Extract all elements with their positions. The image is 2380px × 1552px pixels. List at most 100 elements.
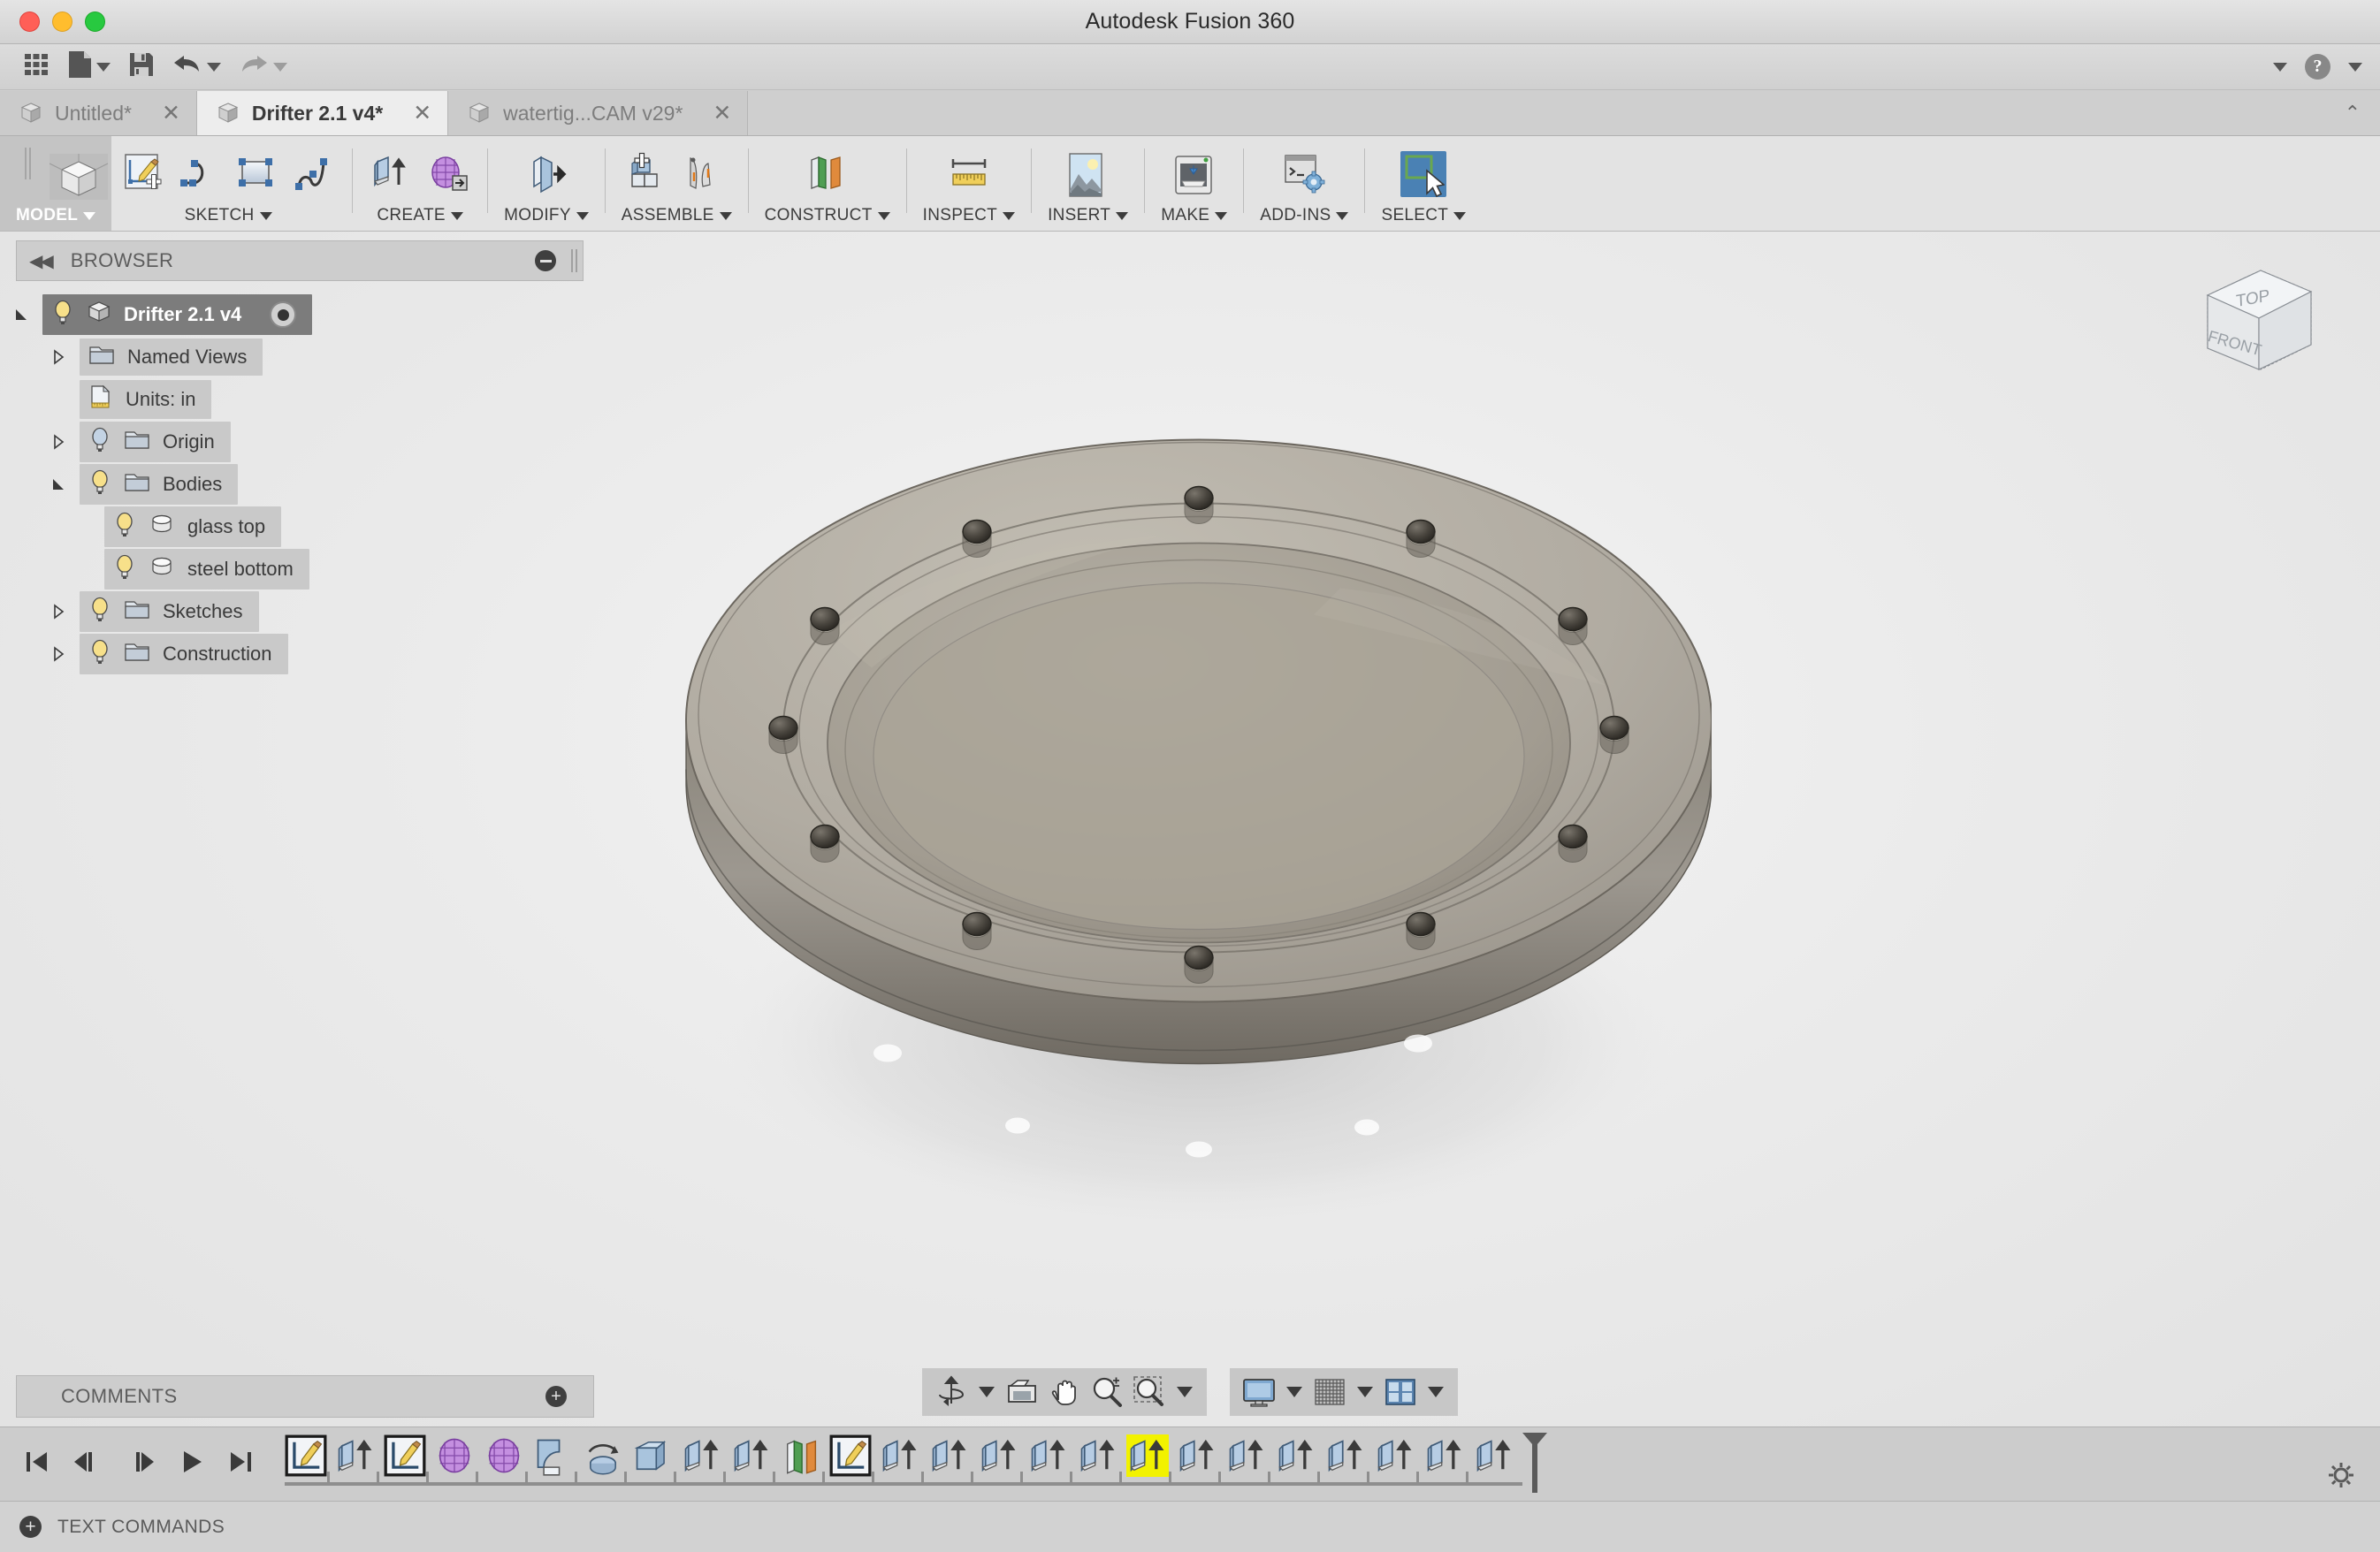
timeline-feature-extrude[interactable] <box>1225 1434 1268 1477</box>
timeline-feature-extrude[interactable] <box>1374 1434 1416 1477</box>
chevron-down-icon[interactable] <box>1116 211 1129 220</box>
grid-caret-icon[interactable] <box>1357 1387 1373 1397</box>
offset-plane-icon[interactable] <box>805 151 851 197</box>
tree-node-construction[interactable]: Construction <box>0 633 594 675</box>
tree-node-drifter[interactable]: Drifter 2.1 v4 <box>0 293 594 336</box>
lightbulb-on-icon[interactable] <box>51 299 74 331</box>
joint-icon[interactable] <box>682 151 728 197</box>
collapse-ribbon-icon[interactable]: ⌃ <box>2345 102 2361 125</box>
3d-print-icon[interactable] <box>1171 151 1217 197</box>
measure-icon[interactable] <box>946 151 992 197</box>
go-to-beginning-icon[interactable] <box>23 1448 50 1480</box>
tree-row[interactable]: steel bottom <box>104 549 309 590</box>
tree-node-bodies[interactable]: Bodies <box>0 463 594 506</box>
tree-node-units[interactable]: Units: in <box>0 378 594 421</box>
close-tab-icon[interactable]: ✕ <box>413 102 431 125</box>
arc-icon[interactable] <box>177 151 223 197</box>
chevron-down-icon[interactable] <box>259 211 272 220</box>
lightbulb-on-icon[interactable] <box>88 468 111 500</box>
twisty-expanded-icon[interactable] <box>0 306 42 323</box>
minus-circle-icon[interactable] <box>535 250 556 271</box>
chevron-down-icon[interactable] <box>877 211 890 220</box>
timeline-feature-fillet[interactable] <box>532 1434 575 1477</box>
timeline-feature-extrude[interactable] <box>879 1434 921 1477</box>
create-form-icon[interactable] <box>425 151 471 197</box>
browser-resize-grip[interactable] <box>571 249 577 272</box>
timeline-feature-extrude[interactable] <box>978 1434 1020 1477</box>
display-caret-icon[interactable] <box>1286 1387 1302 1397</box>
new-component-icon[interactable] <box>625 151 671 197</box>
ribbon-panel-sketch[interactable]: SKETCH <box>111 136 345 231</box>
twisty-collapsed-icon[interactable] <box>37 433 80 451</box>
select-window-icon[interactable] <box>1400 150 1447 197</box>
orbit-icon[interactable] <box>933 1373 970 1411</box>
timeline-feature-extrude[interactable] <box>1027 1434 1070 1477</box>
timeline-feature-sketch[interactable] <box>829 1434 872 1477</box>
chevron-down-icon[interactable] <box>719 211 732 220</box>
tree-row[interactable]: Named Views <box>80 339 263 376</box>
chevron-down-icon[interactable] <box>1336 211 1349 220</box>
chevron-down-icon[interactable] <box>1215 211 1228 220</box>
grid-snaps-icon[interactable] <box>1311 1373 1348 1411</box>
new-file-caret-icon[interactable] <box>96 62 111 72</box>
timeline-feature-extrude[interactable] <box>1473 1434 1515 1477</box>
document-tab-drifter[interactable]: Drifter 2.1 v4* ✕ <box>196 91 449 135</box>
display-settings-icon[interactable] <box>1240 1373 1278 1411</box>
help-icon[interactable]: ? <box>2305 54 2330 80</box>
lightbulb-on-icon[interactable] <box>113 511 136 543</box>
ribbon-panel-modify[interactable]: MODIFY <box>495 136 598 231</box>
tree-node-sketches[interactable]: Sketches <box>0 590 594 633</box>
lightbulb-on-icon[interactable] <box>113 553 136 585</box>
timeline-feature-extrude[interactable] <box>1324 1434 1367 1477</box>
ribbon-panel-construct[interactable]: CONSTRUCT <box>756 136 899 231</box>
help-caret-icon[interactable] <box>2348 62 2362 72</box>
tree-node-steel-bottom[interactable]: steel bottom <box>0 548 594 590</box>
tree-row[interactable]: Bodies <box>80 464 239 505</box>
tree-row[interactable]: glass top <box>104 506 282 547</box>
timeline-feature-extrude[interactable] <box>1077 1434 1119 1477</box>
timeline-feature-extrude[interactable] <box>1275 1434 1317 1477</box>
plus-circle-icon[interactable]: + <box>19 1516 42 1538</box>
timeline-feature-sketch[interactable] <box>285 1434 327 1477</box>
lightbulb-on-icon[interactable] <box>88 596 111 628</box>
tree-node-named-views[interactable]: Named Views <box>0 336 594 378</box>
save-button[interactable] <box>121 47 162 87</box>
timeline-feature-extrude[interactable] <box>334 1434 377 1477</box>
undo-caret-icon[interactable] <box>207 62 221 72</box>
ribbon-panel-insert[interactable]: INSERT <box>1039 136 1137 231</box>
chevron-down-icon[interactable] <box>83 211 96 220</box>
document-tab-watertight-cam[interactable]: watertig...CAM v29* ✕ <box>448 91 749 135</box>
ribbon-panel-addins[interactable]: ADD-INS <box>1251 136 1357 231</box>
timeline-feature-extrude[interactable] <box>928 1434 971 1477</box>
ribbon-panel-model[interactable]: MODEL <box>0 136 112 231</box>
chevron-down-icon[interactable] <box>1453 211 1467 220</box>
app-grid-button[interactable] <box>16 47 57 87</box>
spline-icon[interactable] <box>290 151 336 197</box>
account-caret-icon[interactable] <box>2273 62 2287 72</box>
lightbulb-off-icon[interactable] <box>88 426 111 458</box>
timeline-feature-extrude[interactable] <box>1176 1434 1218 1477</box>
lightbulb-on-icon[interactable] <box>88 638 111 670</box>
timeline-feature-form[interactable] <box>483 1434 525 1477</box>
viewports-icon[interactable] <box>1382 1373 1419 1411</box>
ribbon-panel-select[interactable]: SELECT <box>1372 136 1475 231</box>
viewport-canvas[interactable]: TOP FRONT ◀◀ BROWSER Drifter 2.1 v4 Name… <box>0 232 2380 1426</box>
timeline-feature-shell[interactable] <box>631 1434 674 1477</box>
ribbon-panel-assemble[interactable]: ASSEMBLE <box>613 136 741 231</box>
timeline-feature-form[interactable] <box>433 1434 476 1477</box>
timeline-feature-plane[interactable] <box>780 1434 822 1477</box>
chevron-down-icon[interactable] <box>1003 211 1016 220</box>
ribbon-panel-make[interactable]: MAKE <box>1152 136 1236 231</box>
chevron-down-icon[interactable] <box>450 211 463 220</box>
step-back-icon[interactable] <box>72 1448 103 1480</box>
zoom-caret-icon[interactable] <box>1177 1387 1193 1397</box>
undo-button[interactable] <box>165 49 228 85</box>
redo-caret-icon[interactable] <box>273 62 287 72</box>
go-to-end-icon[interactable] <box>228 1448 255 1480</box>
collapse-left-icon[interactable]: ◀◀ <box>29 250 54 272</box>
look-at-icon[interactable] <box>1003 1373 1041 1411</box>
timeline-feature-extrude[interactable] <box>1423 1434 1466 1477</box>
timeline-feature-sketch[interactable] <box>384 1434 426 1477</box>
create-sketch-icon[interactable] <box>120 151 166 197</box>
view-cube[interactable]: TOP FRONT <box>2177 240 2345 391</box>
